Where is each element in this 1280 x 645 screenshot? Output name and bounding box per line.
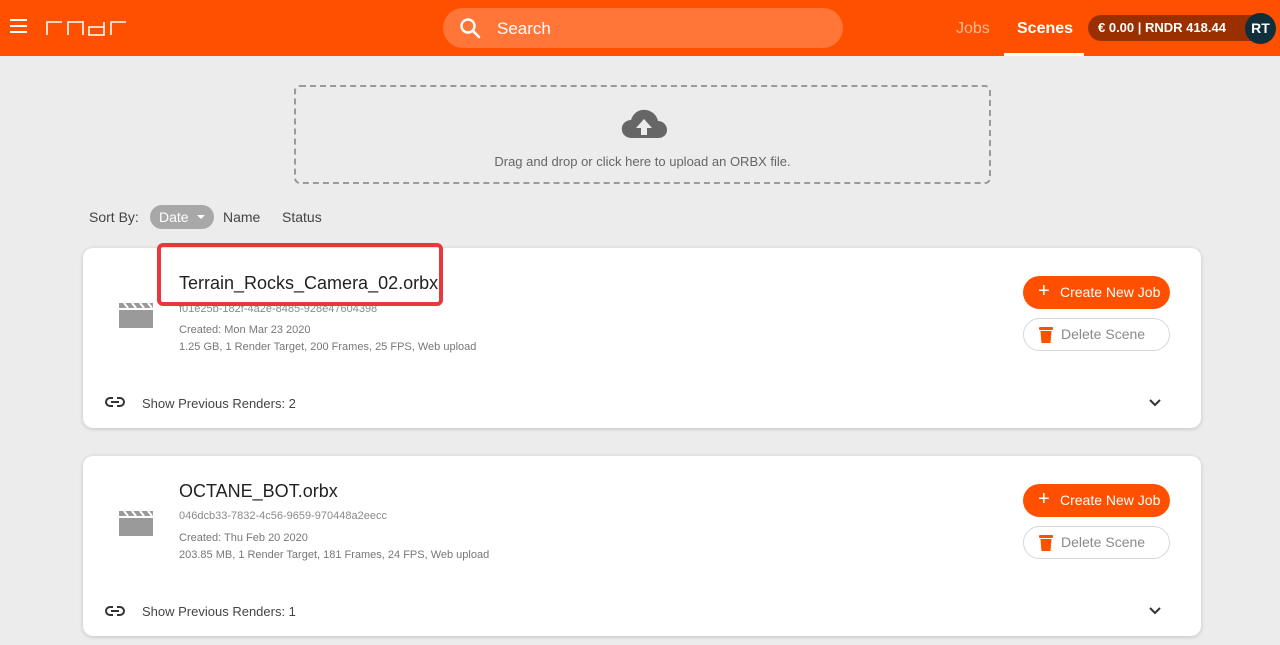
sort-by-label: Sort By: xyxy=(89,209,139,225)
scene-name[interactable]: OCTANE_BOT.orbx xyxy=(179,481,338,502)
sort-date-label: Date xyxy=(159,209,189,225)
search-placeholder: Search xyxy=(497,19,551,38)
upload-instructions: Drag and drop or click here to upload an… xyxy=(494,154,791,169)
clapperboard-icon xyxy=(119,510,153,536)
create-new-job-button[interactable]: + Create New Job xyxy=(1023,484,1170,517)
rndr-logo[interactable] xyxy=(46,20,128,36)
sort-date-dropdown[interactable]: Date xyxy=(150,205,214,229)
scene-card: OCTANE_BOT.orbx 046dcb33-7832-4c56-9659-… xyxy=(83,456,1201,636)
scene-name[interactable]: Terrain_Rocks_Camera_02.orbx xyxy=(179,273,438,294)
search-bar[interactable]: Search xyxy=(443,8,843,48)
link-icon xyxy=(105,397,125,407)
plus-icon: + xyxy=(1038,280,1050,302)
chevron-down-icon xyxy=(197,215,205,219)
chevron-down-icon[interactable] xyxy=(1149,399,1161,407)
scene-id: 046dcb33-7832-4c56-9659-970448a2eecc xyxy=(179,510,387,522)
create-new-job-button[interactable]: + Create New Job xyxy=(1023,276,1170,309)
cloud-upload-icon xyxy=(621,109,667,138)
trash-icon xyxy=(1039,535,1053,551)
create-new-job-label: Create New Job xyxy=(1060,492,1161,508)
scene-details: 203.85 MB, 1 Render Target, 181 Frames, … xyxy=(179,549,490,561)
top-bar: Search Jobs Scenes € 0.00 | RNDR 418.44 … xyxy=(0,0,1280,56)
nav-scenes-link[interactable]: Scenes xyxy=(1017,20,1073,38)
scene-card: Terrain_Rocks_Camera_02.orbx f01e25b-182… xyxy=(83,248,1201,428)
chevron-down-icon[interactable] xyxy=(1149,607,1161,615)
nav-jobs-link[interactable]: Jobs xyxy=(956,20,990,38)
sort-status-option[interactable]: Status xyxy=(282,209,322,225)
clapperboard-icon xyxy=(119,302,153,328)
sort-name-option[interactable]: Name xyxy=(223,209,260,225)
show-previous-renders-toggle[interactable]: Show Previous Renders: 2 xyxy=(142,396,296,411)
plus-icon: + xyxy=(1038,488,1050,510)
scene-created-date: Created: Thu Feb 20 2020 xyxy=(179,532,308,544)
delete-scene-button[interactable]: Delete Scene xyxy=(1023,526,1170,559)
show-previous-renders-toggle[interactable]: Show Previous Renders: 1 xyxy=(142,604,296,619)
trash-icon xyxy=(1039,327,1053,343)
link-icon xyxy=(105,606,125,616)
active-nav-indicator xyxy=(1004,53,1084,56)
upload-dropzone[interactable]: Drag and drop or click here to upload an… xyxy=(294,85,991,184)
balance-badge[interactable]: € 0.00 | RNDR 418.44 xyxy=(1088,15,1264,41)
scene-id: f01e25b-182f-4a2e-8485-928e47604398 xyxy=(179,303,378,315)
delete-scene-label: Delete Scene xyxy=(1061,326,1146,342)
scene-created-date: Created: Mon Mar 23 2020 xyxy=(179,324,311,336)
create-new-job-label: Create New Job xyxy=(1060,284,1161,300)
menu-icon[interactable] xyxy=(10,19,27,33)
search-icon xyxy=(460,18,481,39)
scene-details: 1.25 GB, 1 Render Target, 200 Frames, 25… xyxy=(179,341,477,353)
delete-scene-label: Delete Scene xyxy=(1061,534,1146,550)
user-avatar[interactable]: RT xyxy=(1245,13,1276,44)
delete-scene-button[interactable]: Delete Scene xyxy=(1023,318,1170,351)
